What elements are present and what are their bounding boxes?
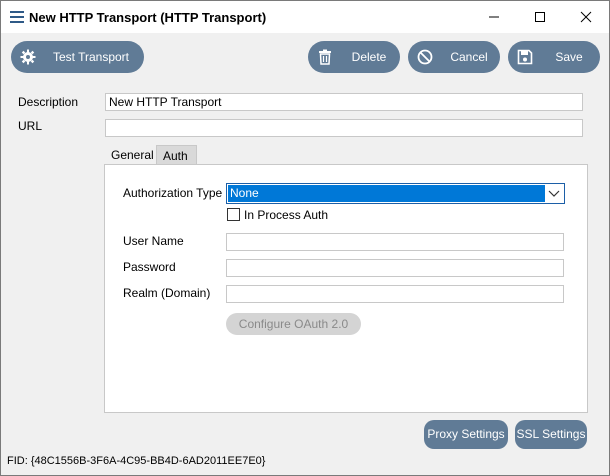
user-name-input[interactable] <box>226 233 564 251</box>
delete-button[interactable]: Delete <box>308 41 400 73</box>
test-transport-button[interactable]: Test Transport <box>11 41 144 73</box>
close-icon <box>580 11 592 23</box>
proxy-settings-button[interactable]: Proxy Settings <box>424 420 508 449</box>
cancel-icon <box>417 49 433 65</box>
transport-dialog: New HTTP Transport (HTTP Transport) Test… <box>0 0 610 476</box>
save-label: Save <box>555 50 583 64</box>
authorization-type-label: Authorization Type <box>123 186 223 200</box>
configure-oauth-button: Configure OAuth 2.0 <box>226 313 361 335</box>
minimize-icon <box>489 16 499 18</box>
cancel-button[interactable]: Cancel <box>408 41 500 73</box>
trash-icon <box>319 49 331 65</box>
url-label: URL <box>18 119 43 133</box>
title-bar: New HTTP Transport (HTTP Transport) <box>1 1 609 33</box>
maximize-button[interactable] <box>517 1 563 33</box>
in-process-auth-checkbox[interactable] <box>227 208 240 221</box>
minimize-button[interactable] <box>471 1 517 33</box>
authorization-type-value: None <box>228 185 545 202</box>
delete-label: Delete <box>351 50 387 64</box>
save-button[interactable]: Save <box>508 41 600 73</box>
save-icon <box>517 49 533 65</box>
chevron-down-icon <box>548 190 560 197</box>
url-input[interactable] <box>105 119 583 137</box>
ssl-settings-button[interactable]: SSL Settings <box>515 420 587 449</box>
realm-input[interactable] <box>226 285 564 303</box>
gear-icon <box>20 49 36 65</box>
description-label: Description <box>18 95 79 109</box>
close-button[interactable] <box>563 1 609 33</box>
tab-general[interactable]: General <box>104 145 156 165</box>
description-input[interactable] <box>105 93 583 111</box>
user-name-label: User Name <box>123 234 184 248</box>
app-menu-icon[interactable] <box>10 11 24 23</box>
test-transport-label: Test Transport <box>52 50 130 64</box>
realm-label: Realm (Domain) <box>123 286 211 300</box>
window-title: New HTTP Transport (HTTP Transport) <box>29 10 267 25</box>
in-process-auth-label: In Process Auth <box>244 208 329 222</box>
password-input[interactable] <box>226 259 564 277</box>
cancel-label: Cancel <box>450 50 488 64</box>
authorization-type-select[interactable]: None <box>226 183 565 204</box>
tab-auth[interactable]: Auth <box>156 145 197 165</box>
fid-status: FID: {48C1556B-3F6A-4C95-BB4D-6AD2011EE7… <box>7 455 266 467</box>
password-label: Password <box>123 260 176 274</box>
maximize-icon <box>535 12 545 22</box>
